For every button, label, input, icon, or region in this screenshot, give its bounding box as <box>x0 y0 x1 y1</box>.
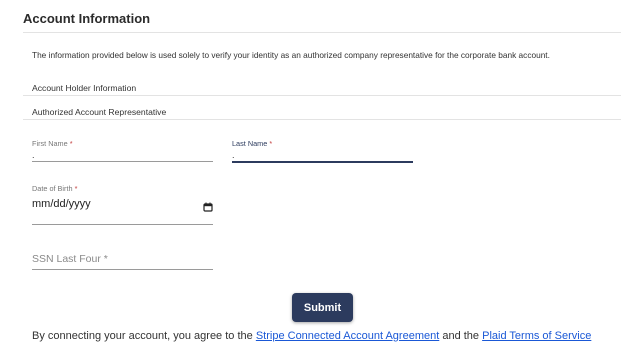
ssn-last-four-field[interactable]: SSN Last Four * <box>32 253 213 270</box>
last-name-value[interactable]: . <box>232 149 413 161</box>
first-name-underline <box>32 161 213 162</box>
section-divider-1 <box>23 95 621 96</box>
submit-button[interactable]: Submit <box>292 293 353 322</box>
dob-label: Date of Birth * <box>32 184 78 193</box>
ssn-placeholder[interactable]: SSN Last Four * <box>32 253 213 265</box>
plaid-terms-link[interactable]: Plaid Terms of Service <box>482 330 591 342</box>
stripe-agreement-link[interactable]: Stripe Connected Account Agreement <box>256 330 439 342</box>
intro-text: The information provided below is used s… <box>32 50 550 60</box>
footer-text-before: By connecting your account, you agree to… <box>32 330 253 342</box>
first-name-field[interactable]: First Name * . <box>32 139 213 162</box>
dob-field[interactable]: Date of Birth * mm/dd/yyyy <box>32 184 213 225</box>
terms-footer: By connecting your account, you agree to… <box>32 330 591 342</box>
calendar-icon[interactable] <box>203 199 213 212</box>
section-divider-2 <box>23 119 621 120</box>
page-title: Account Information <box>23 11 151 26</box>
dob-underline <box>32 224 213 225</box>
title-divider <box>23 32 621 33</box>
last-name-underline <box>232 161 413 163</box>
section-authorized-rep: Authorized Account Representative <box>32 107 167 117</box>
last-name-field[interactable]: Last Name * . <box>232 139 413 163</box>
dob-value[interactable]: mm/dd/yyyy <box>32 197 91 211</box>
ssn-underline <box>32 269 213 270</box>
section-account-holder: Account Holder Information <box>32 83 137 93</box>
footer-text-middle: and the <box>442 330 480 342</box>
first-name-value[interactable]: . <box>32 149 213 161</box>
first-name-label: First Name * <box>32 139 73 148</box>
last-name-label: Last Name * <box>232 139 273 148</box>
